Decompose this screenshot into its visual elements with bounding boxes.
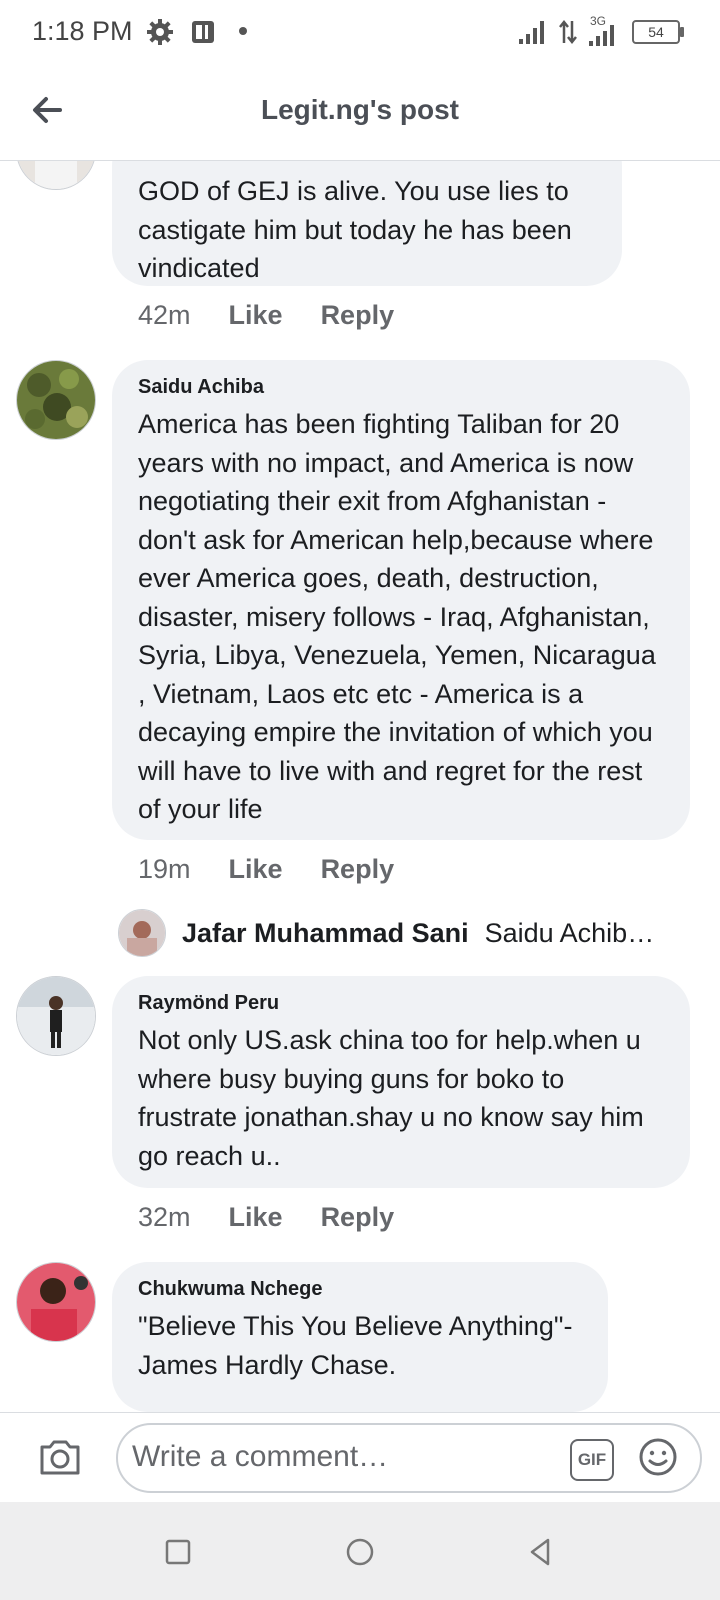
battery-icon: 54 [632, 20, 684, 44]
comment-actions: 19m Like Reply [138, 854, 394, 885]
comment-text: Not only US.ask china too for help.when … [138, 1025, 644, 1171]
post-header: Legit.ng's post [0, 64, 720, 161]
status-bar: 1:18 PM 3G 54 [0, 0, 720, 64]
comment-bubble[interactable]: Saidu Achiba America has been fighting T… [112, 360, 690, 840]
status-time: 1:18 PM [32, 16, 133, 46]
comment-time: 32m [138, 1202, 191, 1232]
comment-time: 42m [138, 300, 191, 330]
comment-bubble[interactable]: Chukwuma Nchege "Believe This You Believ… [112, 1262, 608, 1412]
comment-actions: 32m Like Reply [138, 1202, 394, 1233]
like-button[interactable]: Like [229, 854, 283, 885]
comment-time: 19m [138, 854, 191, 884]
avatar[interactable] [118, 909, 166, 957]
signal-icon [519, 21, 544, 44]
comment-author[interactable]: Saidu Achiba [138, 376, 664, 399]
back-triangle-icon[interactable] [522, 1534, 558, 1570]
comments-feed[interactable]: GOD of GEJ is alive. You use lies to cas… [0, 160, 720, 1412]
comment-bubble[interactable]: Raymönd Peru Not only US.ask china too f… [112, 976, 690, 1188]
home-circle-icon[interactable] [342, 1534, 378, 1570]
dot-icon [239, 27, 247, 35]
comment-input[interactable]: Write a comment… GIF [116, 1423, 702, 1493]
comment-actions: 42m Like Reply [138, 300, 394, 331]
pdf-icon [192, 21, 214, 43]
like-button[interactable]: Like [229, 1202, 283, 1233]
reply-button[interactable]: Reply [321, 300, 395, 331]
avatar[interactable] [16, 976, 96, 1056]
comment-bubble[interactable]: GOD of GEJ is alive. You use lies to cas… [112, 160, 622, 286]
reply-text: Saidu Achib… [484, 917, 655, 948]
data-arrows-icon [559, 19, 577, 45]
camera-icon[interactable] [36, 1433, 84, 1481]
system-navbar [0, 1502, 720, 1600]
comment-composer: Write a comment… GIF [0, 1412, 720, 1503]
reply-button[interactable]: Reply [321, 854, 395, 885]
signal-3g-icon: 3G [588, 14, 622, 46]
gif-icon[interactable]: GIF [570, 1439, 614, 1481]
reply-button[interactable]: Reply [321, 1202, 395, 1233]
like-button[interactable]: Like [229, 300, 283, 331]
gear-icon [147, 19, 173, 45]
comment-text: America has been fighting Taliban for 20… [138, 409, 656, 824]
comment-text: "Believe This You Believe Anything"- Jam… [138, 1311, 573, 1380]
comment-placeholder: Write a comment… [132, 1440, 389, 1473]
recents-square-icon[interactable] [160, 1534, 196, 1570]
avatar[interactable] [16, 1262, 96, 1342]
reply-author[interactable]: Jafar Muhammad Sani [182, 918, 469, 949]
page-title: Legit.ng's post [261, 94, 459, 125]
comment-author[interactable]: Raymönd Peru [138, 992, 664, 1015]
comment-text: GOD of GEJ is alive. You use lies to cas… [138, 176, 572, 283]
comment-author[interactable]: Chukwuma Nchege [138, 1278, 582, 1301]
avatar[interactable] [16, 360, 96, 440]
reply-preview[interactable]: Jafar Muhammad Sani Saidu Achib… [118, 908, 654, 958]
emoji-icon[interactable] [638, 1437, 678, 1477]
avatar[interactable] [16, 160, 96, 190]
